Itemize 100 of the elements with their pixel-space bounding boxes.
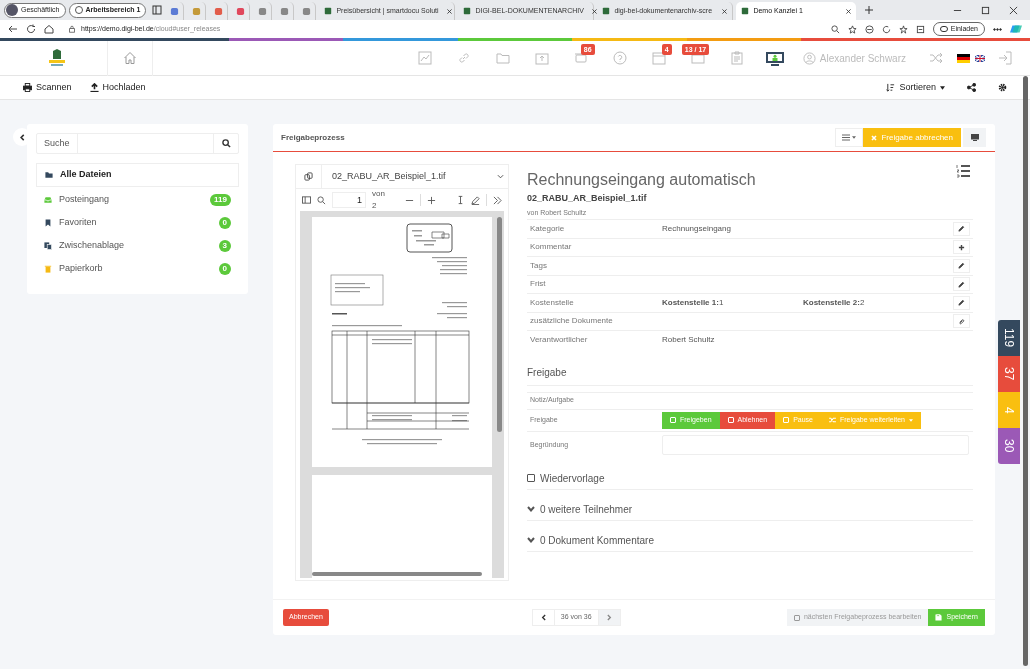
german-flag-icon[interactable] (957, 53, 970, 63)
caret-icon (908, 418, 913, 422)
collapsible-section[interactable]: 0 weitere Teilnehmer (527, 501, 973, 521)
user-icon (802, 51, 816, 65)
upload-button[interactable]: Hochladen (89, 80, 146, 95)
lock-icon (68, 25, 76, 33)
sidebar-item[interactable]: Favoriten 0 (36, 211, 239, 234)
side-tab[interactable]: 119 (998, 320, 1020, 356)
home-icon[interactable] (123, 51, 137, 65)
tab-actions-icon[interactable] (152, 5, 163, 15)
sidebar-item[interactable]: Posteingang 119 (36, 188, 239, 211)
close-icon[interactable] (1009, 5, 1018, 15)
pencil-icon (958, 225, 965, 233)
favicon-icon (280, 6, 290, 16)
file-select[interactable]: 02_RABU_AR_Beispiel_1.tif (296, 165, 508, 189)
copilot-icon[interactable] (1010, 23, 1022, 35)
edit-button[interactable] (953, 295, 970, 310)
list-menu-button[interactable] (835, 128, 864, 147)
page-number-field[interactable]: 1 (332, 192, 366, 208)
paperclip-icon (958, 317, 965, 325)
sidebar-toggle-icon[interactable] (302, 196, 311, 204)
share-icon[interactable] (967, 83, 976, 92)
resubmission-checkbox[interactable]: Wiedervorlage (527, 470, 973, 490)
edit-button[interactable] (953, 277, 970, 292)
collapsible-section[interactable]: 0 Dokument Kommentare (527, 532, 973, 552)
close-tab-icon[interactable] (846, 8, 852, 14)
maximize-icon[interactable] (981, 5, 990, 15)
document-title: Rechnungseingang automatisch (527, 170, 757, 190)
file-name: 02_RABU_AR_Beispiel_1.tif (527, 192, 648, 205)
pen-icon[interactable] (471, 195, 481, 205)
close-tab-icon[interactable] (591, 8, 597, 14)
plus-icon (958, 243, 965, 251)
section-heading: Freigabe (527, 364, 973, 386)
scrollbar-thumb[interactable] (497, 217, 502, 432)
monitor-icon (970, 134, 979, 141)
sidebar-item[interactable]: Zwischenablage 3 (36, 234, 239, 257)
scan-button[interactable]: Scannen (23, 80, 72, 95)
refresh-icon[interactable] (881, 24, 891, 34)
side-tab[interactable]: 30 (998, 428, 1020, 464)
field-label: Tags (529, 259, 548, 272)
field-value: Kostenstelle 2:2 (803, 296, 866, 309)
favicon-icon (602, 7, 611, 15)
chevron-left-icon (540, 614, 546, 621)
numbered-list-icon[interactable] (956, 164, 970, 178)
double-chevron-icon[interactable] (493, 195, 502, 205)
field-label: Frist (529, 278, 547, 291)
edit-button[interactable] (953, 221, 970, 236)
favicon-icon (192, 6, 202, 16)
count-badge: 3 (218, 239, 231, 252)
more-icon[interactable] (993, 27, 1002, 31)
sort-button[interactable]: Sortieren (886, 80, 945, 95)
favorites-icon[interactable] (898, 24, 908, 34)
close-tab-icon[interactable] (722, 8, 728, 14)
monitor-icon[interactable] (764, 51, 785, 67)
zoom-in-icon[interactable] (426, 195, 436, 205)
pencil-icon (958, 299, 965, 307)
page-count: von 2 (372, 188, 386, 212)
messages-icon[interactable] (574, 51, 589, 65)
calendar-icon[interactable] (652, 51, 667, 65)
add-button[interactable] (953, 240, 970, 255)
field-label: Verantwortlicher (529, 333, 589, 346)
attach-button[interactable] (953, 314, 970, 329)
back-icon[interactable] (8, 24, 18, 34)
field-label: Kommentar (529, 241, 573, 254)
new-tab-icon[interactable] (865, 6, 874, 14)
scrollbar-thumb[interactable] (1023, 76, 1028, 666)
side-tab[interactable]: 37 (998, 356, 1020, 392)
chevron-right-icon (606, 614, 612, 621)
sidebar-item[interactable]: Papierkorb 0 (36, 257, 239, 280)
search-field[interactable]: Suche (36, 133, 239, 154)
reload-icon[interactable] (26, 24, 36, 34)
field-label: zusätzliche Dokumente (529, 315, 614, 328)
caret-icon (940, 85, 945, 90)
square-icon (727, 417, 734, 423)
square-icon (783, 417, 790, 423)
floppy-icon (935, 614, 943, 621)
sidebar-item[interactable]: Alle Dateien (36, 163, 239, 187)
pencil-icon (958, 280, 965, 288)
star-icon[interactable] (847, 24, 857, 34)
collections-icon[interactable] (915, 24, 925, 34)
close-icon (871, 134, 878, 141)
favicon-icon (302, 6, 312, 16)
search-icon[interactable] (221, 139, 231, 148)
british-flag-icon[interactable] (975, 54, 985, 62)
copy-icon (304, 172, 313, 181)
chevron-down-icon (527, 506, 535, 512)
horizontal-scrollbar-thumb[interactable] (312, 572, 482, 576)
printer-icon (23, 83, 32, 92)
favicon-icon (741, 7, 750, 15)
display-button[interactable] (963, 128, 986, 147)
home-icon[interactable] (44, 24, 54, 34)
close-tab-icon[interactable] (446, 8, 452, 14)
search-label: Suche (37, 134, 78, 153)
clipboard-icon[interactable] (730, 51, 745, 65)
favicon-icon (214, 6, 224, 16)
blocked-icon[interactable] (864, 24, 874, 34)
edit-button[interactable] (953, 258, 970, 273)
favicon-icon (463, 7, 472, 15)
zoom-icon[interactable] (830, 24, 840, 34)
file-name: 02_RABU_AR_Beispiel_1.tif (332, 169, 447, 183)
